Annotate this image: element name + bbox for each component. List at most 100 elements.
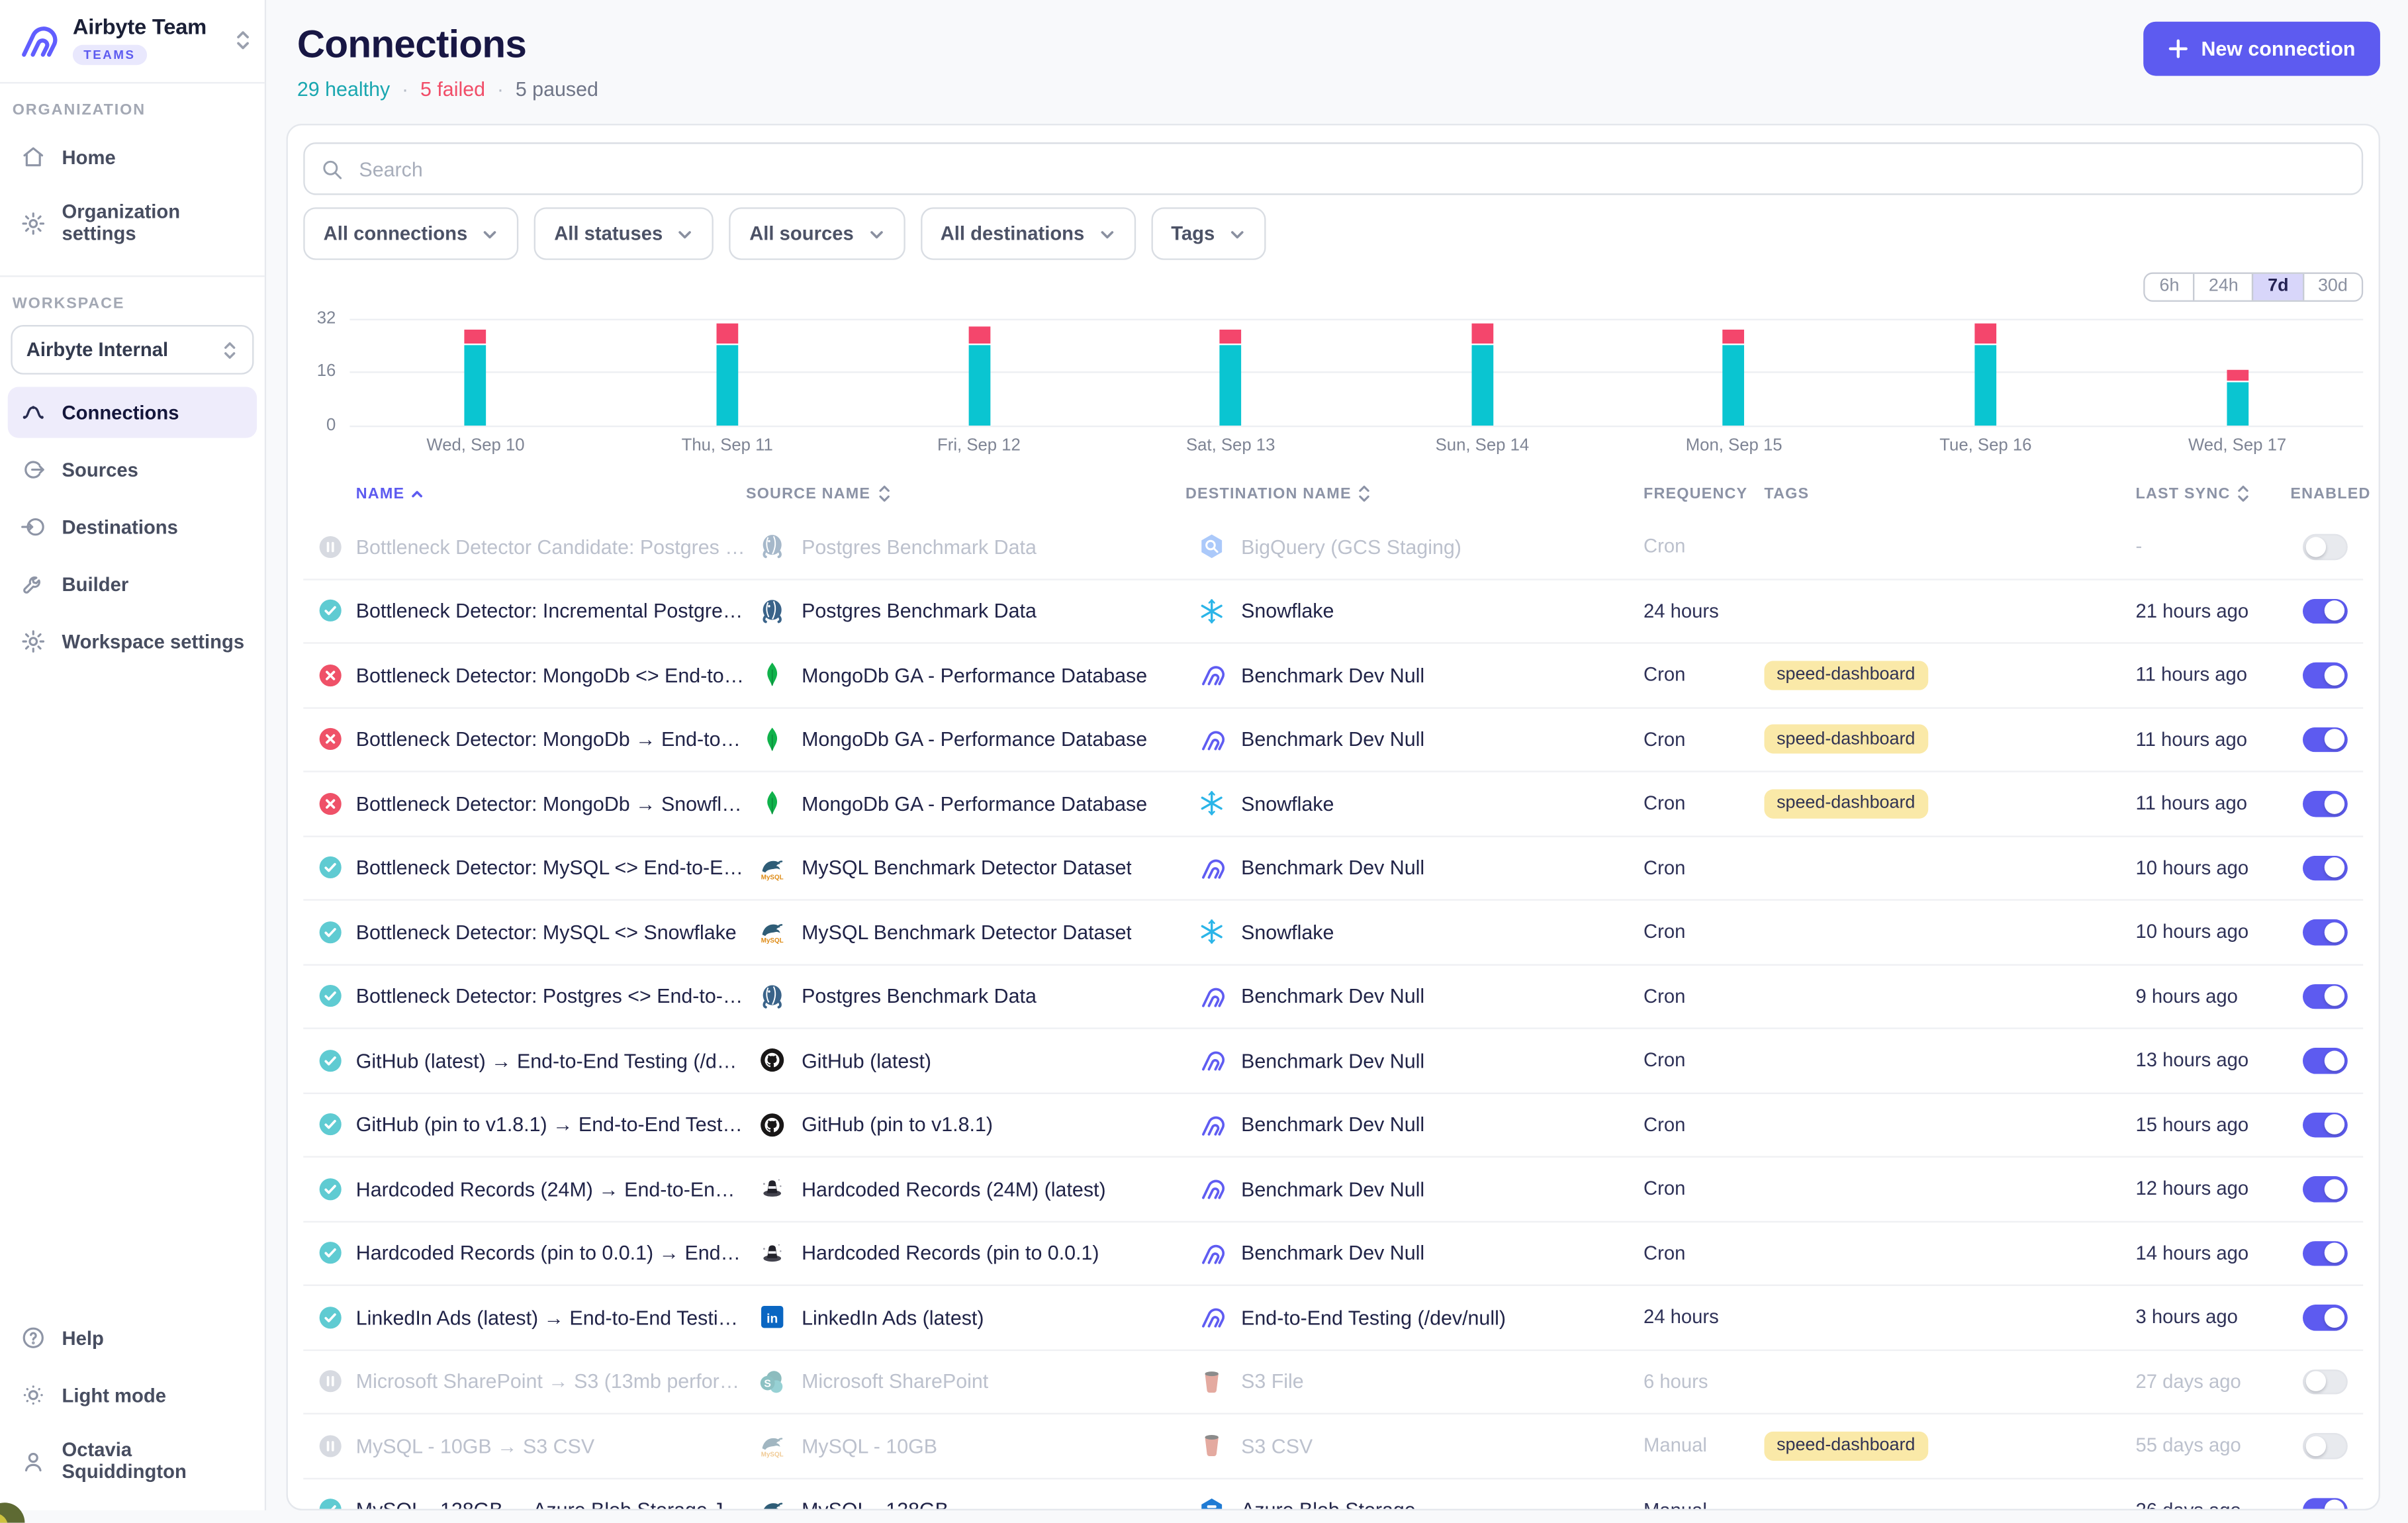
table-row[interactable]: Hardcoded Records (pin to 0.0.1) → End-t… bbox=[303, 1221, 2363, 1285]
chart-bar[interactable] bbox=[1356, 305, 1608, 426]
enabled-toggle[interactable] bbox=[2303, 534, 2348, 560]
table-row[interactable]: Bottleneck Detector: MongoDb <> End-to-E… bbox=[303, 642, 2363, 706]
chart-bar[interactable] bbox=[2111, 305, 2363, 426]
chart-bar[interactable] bbox=[853, 305, 1105, 426]
source-name[interactable]: Microsoft SharePoint bbox=[802, 1370, 988, 1393]
table-row[interactable]: Bottleneck Detector: Postgres <> End-to-… bbox=[303, 963, 2363, 1027]
connection-name[interactable]: Microsoft SharePoint → S3 (13mb performa… bbox=[356, 1370, 746, 1393]
source-name[interactable]: Postgres Benchmark Data bbox=[802, 599, 1037, 622]
table-row[interactable]: Bottleneck Detector Candidate: Postgres … bbox=[303, 516, 2363, 578]
connection-name[interactable]: GitHub (latest) → End-to-End Testing (/d… bbox=[356, 1049, 746, 1072]
table-row[interactable]: MySQL - 128GB → Azure Blob Storage JSOn … bbox=[303, 1477, 2363, 1510]
source-name[interactable]: MySQL Benchmark Detector Dataset bbox=[802, 921, 1132, 944]
time-range-24h[interactable]: 24h bbox=[2193, 274, 2252, 300]
connection-name[interactable]: MySQL - 128GB → Azure Blob Storage JSOn … bbox=[356, 1499, 746, 1510]
source-name[interactable]: MongoDb GA - Performance Database bbox=[802, 727, 1147, 751]
source-name[interactable]: MySQL - 128GB bbox=[802, 1499, 949, 1510]
connection-name[interactable]: Bottleneck Detector: MongoDb → Snowflake bbox=[356, 792, 746, 815]
table-row[interactable]: Hardcoded Records (24M) → End-to-End Te.… bbox=[303, 1156, 2363, 1221]
chart-bar[interactable] bbox=[602, 305, 853, 426]
filter-all-statuses[interactable]: All statuses bbox=[534, 207, 714, 259]
enabled-toggle[interactable] bbox=[2303, 1497, 2348, 1510]
sidebar-item-help[interactable]: Help bbox=[8, 1313, 257, 1363]
table-row[interactable]: Bottleneck Detector: Incremental Postgre… bbox=[303, 578, 2363, 642]
time-range-6h[interactable]: 6h bbox=[2145, 274, 2193, 300]
connection-name[interactable]: Bottleneck Detector: Incremental Postgre… bbox=[356, 599, 746, 622]
destination-name[interactable]: Snowflake bbox=[1241, 921, 1334, 944]
source-name[interactable]: LinkedIn Ads (latest) bbox=[802, 1306, 984, 1329]
connection-name[interactable]: MySQL - 10GB → S3 CSV bbox=[356, 1434, 746, 1457]
sidebar-item-builder[interactable]: Builder bbox=[8, 559, 257, 610]
destination-name[interactable]: Benchmark Dev Null bbox=[1241, 1049, 1424, 1072]
source-name[interactable]: MongoDb GA - Performance Database bbox=[802, 663, 1147, 686]
healthy-count[interactable]: 29 healthy bbox=[297, 77, 390, 101]
table-row[interactable]: LinkedIn Ads (latest) → End-to-End Testi… bbox=[303, 1285, 2363, 1349]
table-row[interactable]: GitHub (pin to v1.8.1) → End-to-End Test… bbox=[303, 1091, 2363, 1156]
table-row[interactable]: Bottleneck Detector: MySQL <> Snowflake … bbox=[303, 899, 2363, 963]
connection-name[interactable]: GitHub (pin to v1.8.1) → End-to-End Test… bbox=[356, 1113, 746, 1136]
table-row[interactable]: MySQL - 10GB → S3 CSV MySQLMySQL - 10GB … bbox=[303, 1413, 2363, 1477]
enabled-toggle[interactable] bbox=[2303, 598, 2348, 624]
connection-name[interactable]: Bottleneck Detector: MongoDb <> End-to-E… bbox=[356, 663, 746, 686]
enabled-toggle[interactable] bbox=[2303, 1240, 2348, 1266]
destination-name[interactable]: BigQuery (GCS Staging) bbox=[1241, 535, 1461, 558]
source-name[interactable]: MySQL - 10GB bbox=[802, 1434, 937, 1457]
chart-bar[interactable] bbox=[349, 305, 601, 426]
connection-name[interactable]: Hardcoded Records (pin to 0.0.1) → End-t… bbox=[356, 1242, 746, 1265]
connection-name[interactable]: Bottleneck Detector Candidate: Postgres … bbox=[356, 535, 746, 558]
sidebar-item-organization-settings[interactable]: Organization settings bbox=[8, 189, 257, 257]
source-name[interactable]: Hardcoded Records (24M) (latest) bbox=[802, 1177, 1105, 1201]
source-name[interactable]: Hardcoded Records (pin to 0.0.1) bbox=[802, 1242, 1099, 1265]
enabled-toggle[interactable] bbox=[2303, 727, 2348, 753]
sidebar-item-user[interactable]: Octavia Squiddington bbox=[8, 1427, 257, 1495]
enabled-toggle[interactable] bbox=[2303, 1433, 2348, 1459]
filter-tags[interactable]: Tags bbox=[1151, 207, 1266, 259]
destination-name[interactable]: Benchmark Dev Null bbox=[1241, 1177, 1424, 1201]
connection-name[interactable]: Bottleneck Detector: MySQL <> End-to-End… bbox=[356, 856, 746, 880]
source-name[interactable]: Postgres Benchmark Data bbox=[802, 985, 1037, 1008]
filter-all-sources[interactable]: All sources bbox=[729, 207, 905, 259]
connection-name[interactable]: Hardcoded Records (24M) → End-to-End Te.… bbox=[356, 1177, 746, 1201]
enabled-toggle[interactable] bbox=[2303, 1305, 2348, 1330]
column-header-name[interactable]: NAME bbox=[356, 485, 746, 502]
sidebar-item-connections[interactable]: Connections bbox=[8, 387, 257, 438]
chart-bar[interactable] bbox=[1608, 305, 1860, 426]
column-header-source-name[interactable]: SOURCE NAME bbox=[746, 485, 1185, 503]
enabled-toggle[interactable] bbox=[2303, 855, 2348, 881]
destination-name[interactable]: Benchmark Dev Null bbox=[1241, 663, 1424, 686]
table-row[interactable]: Bottleneck Detector: MySQL <> End-to-End… bbox=[303, 835, 2363, 899]
destination-name[interactable]: Benchmark Dev Null bbox=[1241, 727, 1424, 751]
source-name[interactable]: MySQL Benchmark Detector Dataset bbox=[802, 856, 1132, 880]
chart-bar[interactable] bbox=[1105, 305, 1356, 426]
table-row[interactable]: GitHub (latest) → End-to-End Testing (/d… bbox=[303, 1027, 2363, 1091]
table-row[interactable]: Microsoft SharePoint → S3 (13mb performa… bbox=[303, 1349, 2363, 1413]
destination-name[interactable]: Benchmark Dev Null bbox=[1241, 985, 1424, 1008]
connection-name[interactable]: Bottleneck Detector: MySQL <> Snowflake bbox=[356, 921, 746, 944]
enabled-toggle[interactable] bbox=[2303, 1048, 2348, 1074]
enabled-toggle[interactable] bbox=[2303, 919, 2348, 945]
source-name[interactable]: Postgres Benchmark Data bbox=[802, 535, 1037, 558]
connection-name[interactable]: Bottleneck Detector: Postgres <> End-to-… bbox=[356, 985, 746, 1008]
failed-count[interactable]: 5 failed bbox=[420, 77, 485, 101]
destination-name[interactable]: End-to-End Testing (/dev/null) bbox=[1241, 1306, 1506, 1329]
new-connection-button[interactable]: New connection bbox=[2144, 22, 2380, 76]
time-range-7d[interactable]: 7d bbox=[2252, 274, 2303, 300]
workspace-selector[interactable]: Airbyte Internal bbox=[11, 325, 254, 375]
connection-name[interactable]: Bottleneck Detector: MongoDb → End-to-En… bbox=[356, 727, 746, 751]
search-input[interactable] bbox=[356, 156, 2346, 182]
table-row[interactable]: Bottleneck Detector: MongoDb → End-to-En… bbox=[303, 706, 2363, 770]
source-name[interactable]: GitHub (pin to v1.8.1) bbox=[802, 1113, 993, 1136]
column-header-last-sync[interactable]: LAST SYNC bbox=[2136, 485, 2291, 503]
column-header-destination-name[interactable]: DESTINATION NAME bbox=[1185, 485, 1631, 503]
time-range-30d[interactable]: 30d bbox=[2303, 274, 2362, 300]
table-row[interactable]: Bottleneck Detector: MongoDb → Snowflake… bbox=[303, 770, 2363, 835]
destination-name[interactable]: Snowflake bbox=[1241, 599, 1334, 622]
destination-name[interactable]: Benchmark Dev Null bbox=[1241, 1242, 1424, 1265]
filter-all-connections[interactable]: All connections bbox=[303, 207, 518, 259]
enabled-toggle[interactable] bbox=[2303, 1112, 2348, 1138]
destination-name[interactable]: Snowflake bbox=[1241, 792, 1334, 815]
sidebar-item-workspace-settings[interactable]: Workspace settings bbox=[8, 616, 257, 667]
destination-name[interactable]: Azure Blob Storage bbox=[1241, 1499, 1416, 1510]
source-name[interactable]: GitHub (latest) bbox=[802, 1049, 931, 1072]
sidebar-item-home[interactable]: Home bbox=[8, 132, 257, 183]
